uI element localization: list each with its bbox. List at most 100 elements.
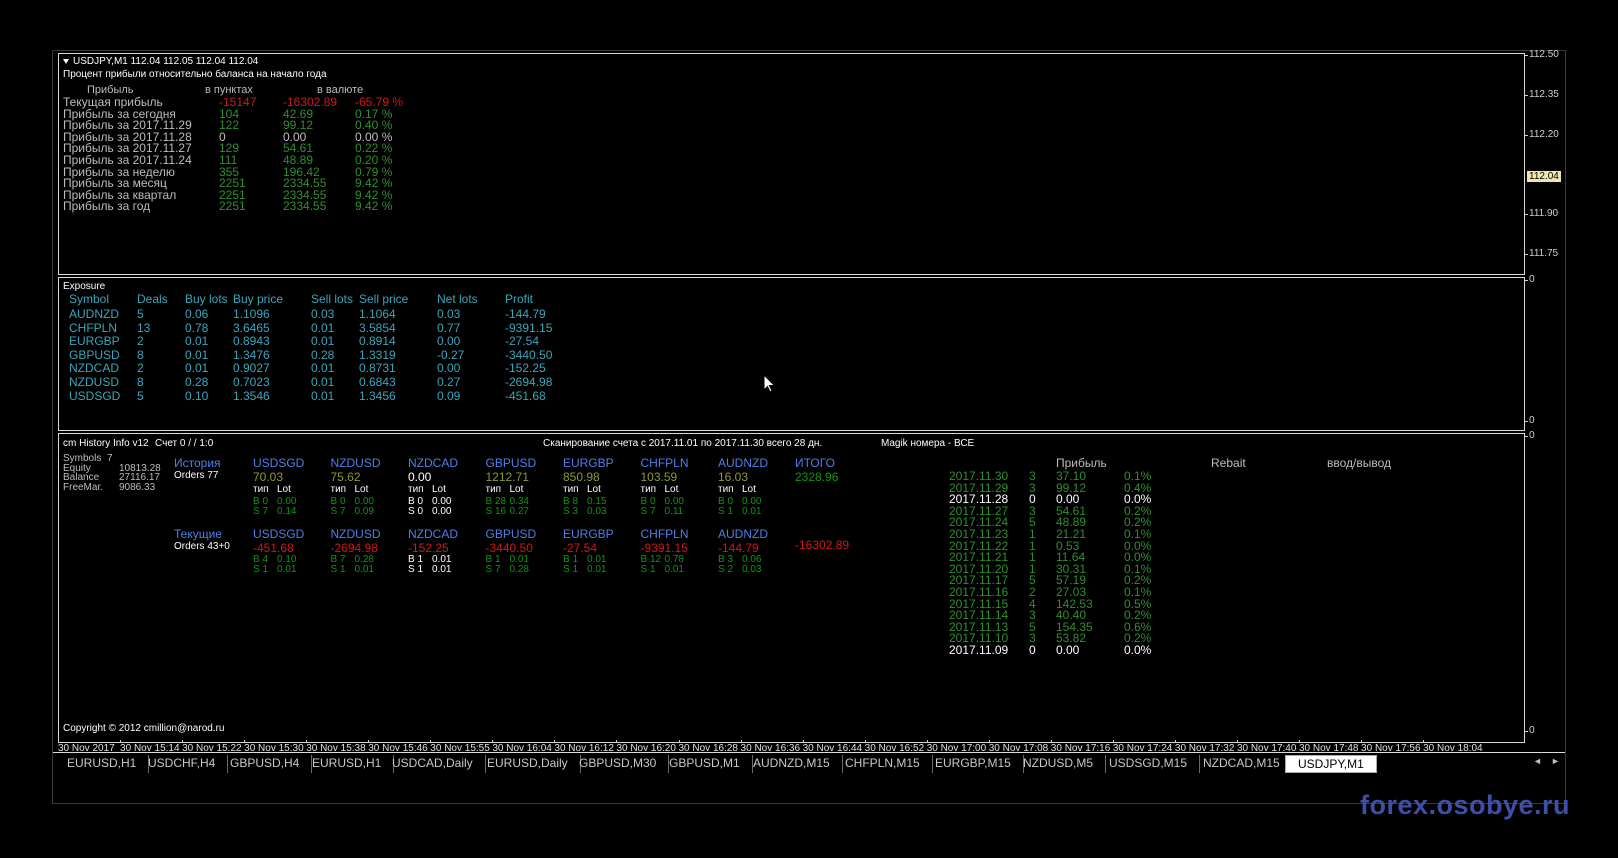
sell-count: S 1	[640, 564, 656, 575]
current-total: -16302.89	[795, 538, 850, 552]
symbol-total: 70.03	[253, 470, 284, 484]
exposure-cell: 0.01	[311, 320, 335, 335]
price-axis[interactable]: 112.50 112.35 112.20 112.04 111.90 111.7…	[1524, 49, 1567, 275]
symbol-total: -152.25	[408, 541, 449, 555]
exposure-col-header: Profit	[505, 292, 534, 306]
chart-header: USDJPY,M1 112.04 112.05 112.04 112.04	[63, 56, 258, 67]
indicator-axis[interactable]: 0 0	[1525, 430, 1567, 743]
exposure-cell: 0.7023	[233, 375, 270, 389]
sell-count: S 3	[563, 506, 579, 517]
stat-value: 9086.33	[119, 481, 156, 493]
chart-tab[interactable]: NZDUSD,M5	[1011, 755, 1107, 773]
exposure-cell: 0.8914	[359, 334, 396, 349]
tab-scroll-left-icon[interactable]: ◄	[1533, 756, 1542, 766]
lot-label: Lot	[509, 484, 524, 495]
symbol-total: -27.54	[563, 541, 598, 555]
exposure-cell: 0.8731	[359, 361, 396, 376]
chart-main-pane[interactable]: USDJPY,M1 112.04 112.05 112.04 112.04 Пр…	[58, 53, 1525, 275]
itogo-label: ИТОГО	[795, 456, 835, 470]
chart-tab[interactable]: GBPUSD,M1	[657, 755, 753, 773]
history-label: История	[174, 456, 221, 470]
chart-tab[interactable]: USDSGD,M15	[1097, 755, 1201, 773]
chart-tab[interactable]: AUDNZD,M15	[741, 755, 843, 773]
symbol-total: -3440.50	[485, 541, 533, 555]
price-tick: 112.35	[1525, 89, 1559, 100]
exposure-pane[interactable]: Exposure Symbol Deals Buy lots Buy price Sel…	[58, 277, 1525, 431]
exposure-cell: 0.01	[311, 361, 335, 376]
sell-count: S 7	[485, 564, 501, 575]
sell-lot: 0.01	[354, 564, 374, 575]
stat-value: 7	[107, 453, 113, 464]
exposure-cell: 0.00	[437, 334, 461, 349]
exposure-cell: -0.27	[437, 347, 465, 362]
symbol-name: AUDNZD	[718, 456, 768, 470]
copyright-text: Copyright © 2012 cmillion@narod.ru	[63, 723, 225, 734]
exposure-cell: 0.01	[185, 347, 209, 362]
exposure-cell: EURGBP	[69, 334, 120, 349]
scan-info: Сканирование счета с 2017.11.01 по 2017.…	[543, 438, 823, 449]
profit-row-money: 2334.55	[283, 199, 327, 214]
symbol-total: -144.79	[718, 541, 759, 555]
chart-tab[interactable]: GBPUSD,H4	[218, 755, 313, 773]
exposure-cell: 2	[137, 334, 144, 349]
exposure-cell: 1.3546	[233, 388, 270, 403]
symbol-total: -9391.15	[640, 541, 688, 555]
exposure-cell: 0.03	[437, 307, 461, 321]
sell-count: S 16	[485, 506, 507, 517]
exposure-col-header: Sell lots	[311, 292, 354, 306]
exposure-cell: 0.01	[185, 334, 209, 349]
axis-tick: 0	[1525, 725, 1535, 736]
current-label: Текущие	[174, 527, 222, 541]
exposure-cell: 0.9027	[233, 361, 270, 376]
exposure-cell: -152.25	[505, 361, 546, 376]
exposure-cell: NZDUSD	[69, 375, 119, 389]
tab-scroll-right-icon[interactable]: ►	[1551, 756, 1560, 766]
exposure-cell: 1.3319	[359, 347, 396, 362]
exposure-cell: AUDNZD	[69, 307, 119, 321]
symbol-total: 103.59	[640, 470, 678, 484]
sell-lot: 0.00	[432, 506, 452, 517]
exposure-cell: -2694.98	[505, 375, 553, 389]
sell-lot: 0.11	[664, 506, 684, 517]
exposure-cell: 2	[137, 361, 144, 376]
symbol-total: -451.68	[253, 541, 294, 555]
chart-tab[interactable]: USDJPY,M1	[1285, 755, 1377, 773]
exposure-cell: CHFPLN	[69, 320, 118, 335]
sell-count: S 1	[718, 506, 734, 517]
sell-count: S 7	[330, 506, 346, 517]
terminal-window: USDJPY,M1 112.04 112.05 112.04 112.04 Пр…	[52, 49, 1567, 804]
chart-tab[interactable]: NZDCAD,M15	[1191, 755, 1293, 773]
exposure-cell: 8	[137, 347, 144, 362]
exposure-cell: 8	[137, 375, 144, 389]
lot-label: Lot	[432, 484, 446, 495]
profit-row-pct: 9.42 %	[355, 199, 393, 214]
exposure-col-header: Net lots	[437, 292, 478, 306]
history-info-pane[interactable]: cm History Info v12 Счет 0 / / 1:0 Скани…	[58, 433, 1525, 743]
chart-tab[interactable]: USDCHF,H4	[136, 755, 229, 773]
chart-tab[interactable]: USDCAD,Daily	[380, 755, 486, 773]
symbol-total: 1212.71	[485, 470, 529, 484]
exposure-cell: 0.78	[185, 320, 209, 335]
mouse-cursor-icon	[763, 374, 776, 393]
exposure-col-header: Sell price	[359, 292, 409, 306]
exposure-title: Exposure	[63, 281, 106, 292]
account-info: Счет 0 / / 1:0	[155, 438, 214, 449]
sell-lot: 0.03	[742, 564, 762, 575]
chart-tab[interactable]: GBPUSD,M30	[567, 755, 670, 773]
type-label: тип	[330, 484, 347, 495]
exposure-cell: 0.28	[311, 347, 335, 362]
chart-tab[interactable]: EURUSD,Daily	[475, 755, 581, 773]
profit-subtitle: Процент прибыли относительно баланса на …	[63, 69, 327, 80]
chart-tab[interactable]: CHFPLN,M15	[833, 755, 933, 773]
chart-tab[interactable]: EURGBP,M15	[923, 755, 1024, 773]
exposure-cell: 0.01	[311, 334, 335, 349]
sell-lot: 0.27	[509, 506, 529, 517]
collapse-triangle-icon[interactable]	[63, 58, 69, 64]
sell-lot: 0.01	[587, 564, 607, 575]
exposure-cell: 0.01	[311, 388, 335, 403]
symbol-name: USDSGD	[253, 456, 305, 470]
sell-count: S 1	[563, 564, 579, 575]
exposure-cell: USDSGD	[69, 388, 121, 403]
indicator-axis[interactable]: 0 0	[1525, 274, 1567, 431]
sell-count: S 0	[408, 506, 424, 517]
